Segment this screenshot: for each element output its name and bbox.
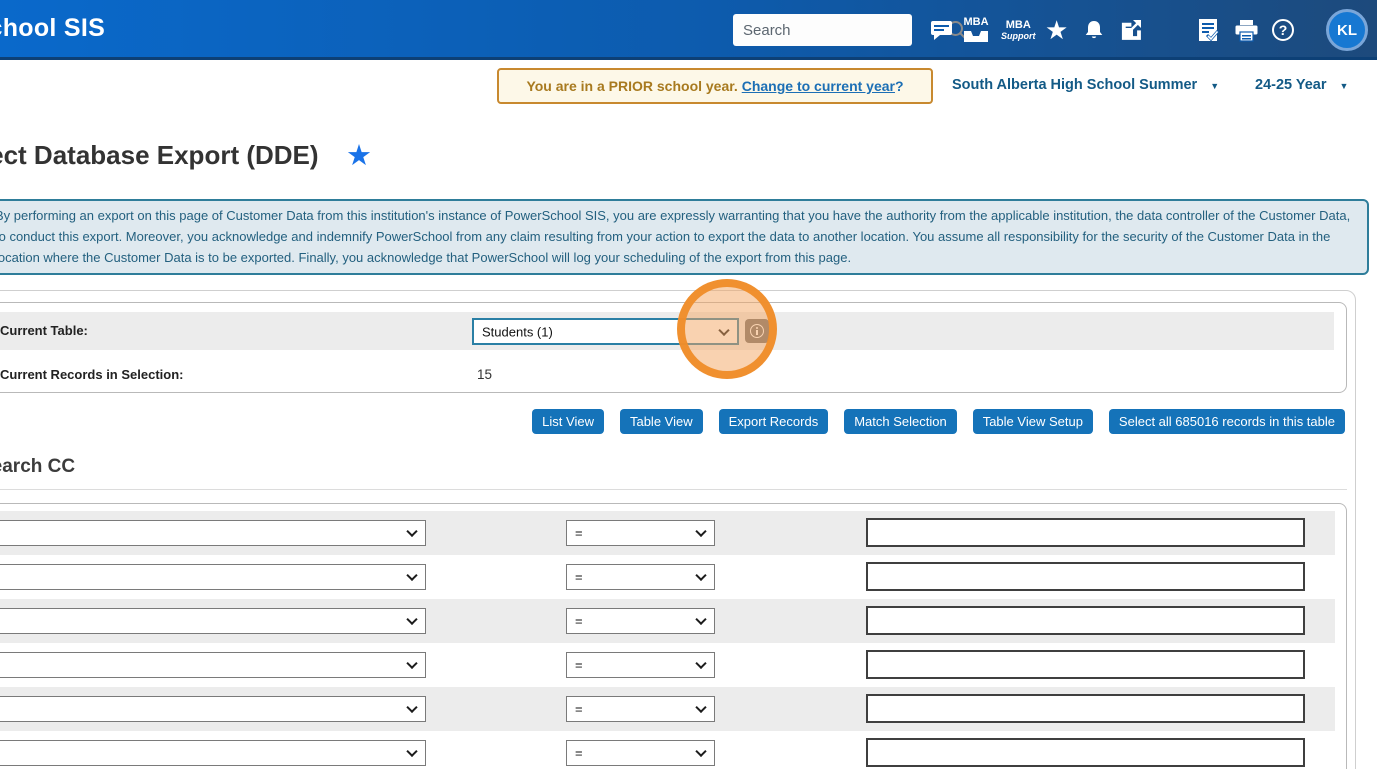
current-records-label: Current Records in Selection: <box>0 367 184 382</box>
chevron-down-icon: ▼ <box>1210 81 1220 91</box>
field-select[interactable] <box>0 740 426 766</box>
search-criteria-row: = <box>0 731 1335 769</box>
warning-suffix: ? <box>894 78 904 94</box>
search-input[interactable] <box>733 21 946 39</box>
chevron-down-icon <box>695 525 707 538</box>
prior-year-warning-banner: You are in a PRIOR school year. Change t… <box>497 68 933 104</box>
action-buttons-row: List View Table View Export Records Matc… <box>532 409 1345 434</box>
search-cc-heading: Search CC <box>0 456 76 477</box>
operator-select[interactable]: = <box>566 652 715 678</box>
export-records-button[interactable]: Export Records <box>718 409 829 434</box>
chevron-down-icon <box>406 657 418 670</box>
operator-select[interactable]: = <box>566 520 715 546</box>
field-select[interactable] <box>0 608 426 634</box>
search-criteria-row: = <box>0 599 1335 643</box>
top-nav-bar: PowerSchool SIS MBA MBA Support <box>0 0 1377 60</box>
criteria-value-input[interactable] <box>866 738 1305 767</box>
chevron-down-icon: ▼ <box>1339 81 1349 91</box>
criteria-value-input[interactable] <box>866 650 1305 679</box>
launch-external-icon[interactable] <box>1120 0 1142 60</box>
chevron-down-icon <box>718 324 730 336</box>
chevron-down-icon <box>406 613 418 626</box>
chevron-down-icon <box>406 525 418 538</box>
chevron-down-icon <box>695 657 707 670</box>
avatar[interactable]: KL <box>1326 9 1368 51</box>
search-rows: = = = = = = <box>0 511 1346 769</box>
notifications-bell-icon[interactable] <box>1083 0 1105 60</box>
criteria-value-input[interactable] <box>866 694 1305 723</box>
field-select[interactable] <box>0 564 426 590</box>
search-criteria-panel: = = = = = = <box>0 503 1347 769</box>
table-view-button[interactable]: Table View <box>619 409 703 434</box>
operator-select[interactable]: = <box>566 564 715 590</box>
match-selection-button[interactable]: Match Selection <box>844 409 957 434</box>
prior-year-warning-text: You are in a PRIOR school year. <box>526 78 742 94</box>
chevron-down-icon <box>695 701 707 714</box>
operator-select[interactable]: = <box>566 740 715 766</box>
criteria-value-input[interactable] <box>866 606 1305 635</box>
tasks-clipboard-icon[interactable] <box>1197 0 1219 60</box>
field-select[interactable] <box>0 520 426 546</box>
search-criteria-row: = <box>0 643 1335 687</box>
chevron-down-icon <box>406 745 418 758</box>
criteria-value-input[interactable] <box>866 562 1305 591</box>
favorite-page-star-icon[interactable]: ★ <box>346 138 372 173</box>
change-to-current-year-link[interactable]: Change to current year <box>742 78 895 94</box>
export-warning-notice: By performing an export on this page of … <box>0 199 1369 275</box>
operator-select[interactable]: = <box>566 608 715 634</box>
school-year-bar: You are in a PRIOR school year. Change t… <box>0 60 1377 110</box>
field-select[interactable] <box>0 652 426 678</box>
field-select[interactable] <box>0 696 426 722</box>
table-info-button[interactable] <box>745 319 769 343</box>
dde-content-card: Current Table: Students (1) Current Reco… <box>0 290 1356 769</box>
page-title: Direct Database Export (DDE) <box>0 140 319 170</box>
chevron-down-icon <box>406 701 418 714</box>
current-records-value: 15 <box>477 367 493 382</box>
section-divider <box>0 489 1347 490</box>
main-content: Direct Database Export (DDE) ★ By perfor… <box>0 110 1377 769</box>
chevron-down-icon <box>695 745 707 758</box>
operator-select[interactable]: = <box>566 696 715 722</box>
print-icon[interactable] <box>1234 0 1259 60</box>
chat-icon[interactable] <box>930 0 953 60</box>
select-all-records-button[interactable]: Select all 685016 records in this table <box>1108 409 1345 434</box>
chevron-down-icon <box>695 569 707 582</box>
info-icon <box>750 324 764 338</box>
current-table-select[interactable]: Students (1) <box>472 318 739 345</box>
current-table-panel: Current Table: Students (1) Current Reco… <box>0 302 1347 393</box>
table-view-setup-button[interactable]: Table View Setup <box>972 409 1093 434</box>
term-selector[interactable]: 24-25 Year ▼ <box>1255 60 1348 110</box>
mba-inbox-icon[interactable]: MBA <box>963 0 989 60</box>
current-table-label: Current Table: <box>0 323 88 338</box>
mba-support-icon[interactable]: MBA Support <box>1001 0 1036 60</box>
chevron-down-icon <box>406 569 418 582</box>
app-logo[interactable]: PowerSchool SIS <box>0 0 105 56</box>
search-criteria-row: = <box>0 687 1335 731</box>
criteria-value-input[interactable] <box>866 518 1305 547</box>
global-search[interactable] <box>733 14 966 46</box>
school-selector[interactable]: South Alberta High School Summer ▼ <box>952 60 1219 110</box>
search-criteria-row: = <box>0 555 1335 599</box>
chevron-down-icon <box>695 613 707 626</box>
list-view-button[interactable]: List View <box>532 409 604 434</box>
search-criteria-row: = <box>0 511 1335 555</box>
help-icon[interactable]: ? <box>1272 0 1294 60</box>
favorites-star-icon[interactable]: ★ <box>1045 0 1068 60</box>
